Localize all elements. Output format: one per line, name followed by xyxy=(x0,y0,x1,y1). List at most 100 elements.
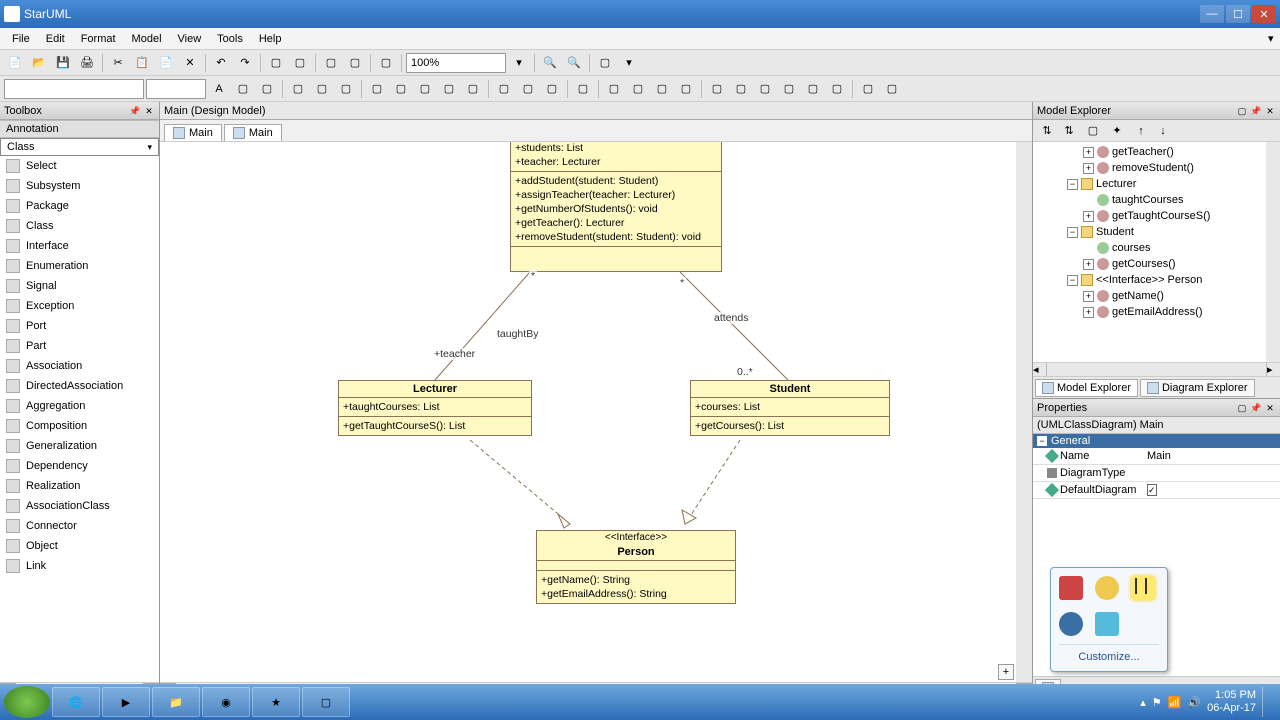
delete-button[interactable]: ✕ xyxy=(179,52,201,74)
tool-d-button[interactable]: ▢ xyxy=(344,52,366,74)
new-button[interactable]: 📄 xyxy=(4,52,26,74)
fmt-3-button[interactable]: ▢ xyxy=(414,78,436,100)
font-combo[interactable] xyxy=(4,79,144,99)
explorer-sort2-button[interactable]: ⇅ xyxy=(1059,121,1079,141)
explorer-refresh-button[interactable]: ✦ xyxy=(1107,121,1127,141)
explorer-pin-icon[interactable]: 📌 xyxy=(1250,105,1262,117)
explorer-auto-icon[interactable]: ▢ xyxy=(1236,105,1248,117)
toolbox-pin-icon[interactable]: 📌 xyxy=(129,105,141,117)
taskbar-clock[interactable]: 1:05 PM 06-Apr-17 xyxy=(1207,689,1256,715)
menu-format[interactable]: Format xyxy=(73,31,124,47)
font-color-button[interactable]: A xyxy=(208,78,230,100)
tree-node-gettaughtcourses[interactable]: +getTaughtCourseS() xyxy=(1035,208,1278,224)
tool-exception[interactable]: Exception xyxy=(0,296,159,316)
taskbar-explorer[interactable]: 📁 xyxy=(152,687,200,717)
properties-auto-icon[interactable]: ▢ xyxy=(1236,402,1248,414)
tree-node-taughtcourses[interactable]: taughtCourses xyxy=(1035,192,1278,208)
fill-color-button[interactable]: ▢ xyxy=(232,78,254,100)
tool-e-button[interactable]: ▢ xyxy=(375,52,397,74)
zoom-fit-button[interactable]: ▢ xyxy=(594,52,616,74)
tool-subsystem[interactable]: Subsystem xyxy=(0,176,159,196)
open-button[interactable]: 📂 xyxy=(28,52,50,74)
menu-view[interactable]: View xyxy=(170,31,210,47)
arrange-1-button[interactable]: ▢ xyxy=(572,78,594,100)
tree-hscroll[interactable]: ◂▸ xyxy=(1033,362,1280,376)
tool-composition[interactable]: Composition xyxy=(0,416,159,436)
systray-volume-icon[interactable] xyxy=(1059,576,1083,600)
toolbox-category-class[interactable]: Class ▾ xyxy=(0,138,159,156)
explorer-sort-button[interactable]: ⇅ xyxy=(1037,121,1057,141)
tool-link[interactable]: Link xyxy=(0,556,159,576)
line-color-button[interactable]: ▢ xyxy=(256,78,278,100)
model-tree[interactable]: +getTeacher() +removeStudent() −Lecturer… xyxy=(1033,142,1280,362)
tree-node-lecturer[interactable]: −Lecturer xyxy=(1035,176,1278,192)
zoom-in-button[interactable]: 🔍 xyxy=(563,52,585,74)
explorer-filter-button[interactable]: ▢ xyxy=(1083,121,1103,141)
save-button[interactable]: 💾 xyxy=(52,52,74,74)
minimize-button[interactable]: — xyxy=(1200,5,1224,23)
paste-button[interactable]: 📄 xyxy=(155,52,177,74)
tool-c-button[interactable]: ▢ xyxy=(320,52,342,74)
tray-expand-icon[interactable]: ▴ xyxy=(1140,696,1146,709)
prop-row-defaultdiagram[interactable]: DefaultDiagram ✓ xyxy=(1033,482,1280,499)
fmt-2-button[interactable]: ▢ xyxy=(390,78,412,100)
arrange-2-button[interactable]: ▢ xyxy=(603,78,625,100)
tool-port[interactable]: Port xyxy=(0,316,159,336)
systray-app1-icon[interactable] xyxy=(1059,612,1083,636)
fmt-4-button[interactable]: ▢ xyxy=(438,78,460,100)
arrange-9-button[interactable]: ▢ xyxy=(778,78,800,100)
minitab-main-2[interactable]: Main xyxy=(224,124,282,141)
systray-customize-link[interactable]: Customize... xyxy=(1059,644,1159,663)
tab-diagram-explorer[interactable]: Diagram Explorer xyxy=(1140,379,1255,397)
diagram-canvas[interactable]: +students: List +teacher: Lecturer +addS… xyxy=(160,142,1032,682)
uml-class-student[interactable]: Student +courses: List +getCourses(): Li… xyxy=(690,380,890,436)
close-button[interactable]: ✕ xyxy=(1252,5,1276,23)
arrange-3-button[interactable]: ▢ xyxy=(627,78,649,100)
arrange-12-button[interactable]: ▢ xyxy=(857,78,879,100)
fmt-8-button[interactable]: ▢ xyxy=(541,78,563,100)
tree-vscroll[interactable] xyxy=(1266,142,1280,362)
tree-node-getname[interactable]: +getName() xyxy=(1035,288,1278,304)
tree-node-courses[interactable]: courses xyxy=(1035,240,1278,256)
tool-connector[interactable]: Connector xyxy=(0,516,159,536)
uml-class-course[interactable]: +students: List +teacher: Lecturer +addS… xyxy=(510,142,722,272)
taskbar-app[interactable]: ▢ xyxy=(302,687,350,717)
fmt-6-button[interactable]: ▢ xyxy=(493,78,515,100)
properties-pin-icon[interactable]: 📌 xyxy=(1250,402,1262,414)
arrange-4-button[interactable]: ▢ xyxy=(651,78,673,100)
arrange-13-button[interactable]: ▢ xyxy=(881,78,903,100)
tray-network-icon[interactable]: 📶 xyxy=(1168,696,1182,709)
tree-node-getcourses[interactable]: +getCourses() xyxy=(1035,256,1278,272)
taskbar-media[interactable]: ▶ xyxy=(102,687,150,717)
cut-button[interactable]: ✂ xyxy=(107,52,129,74)
tab-model-explorer[interactable]: Model Explorer xyxy=(1035,379,1138,397)
explorer-up-button[interactable]: ↑ xyxy=(1131,121,1151,141)
align-center-button[interactable]: ▢ xyxy=(311,78,333,100)
menubar-overflow[interactable]: ▾ xyxy=(1260,30,1276,47)
zoom-out-button[interactable]: 🔍 xyxy=(539,52,561,74)
explorer-down-button[interactable]: ↓ xyxy=(1153,121,1173,141)
tool-select[interactable]: Select xyxy=(0,156,159,176)
arrange-10-button[interactable]: ▢ xyxy=(802,78,824,100)
minitab-main-1[interactable]: Main xyxy=(164,124,222,141)
tool-a-button[interactable]: ▢ xyxy=(265,52,287,74)
tool-association[interactable]: Association xyxy=(0,356,159,376)
systray-app2-icon[interactable] xyxy=(1095,612,1119,636)
tree-node-student[interactable]: −Student xyxy=(1035,224,1278,240)
properties-group-general[interactable]: − General xyxy=(1033,434,1280,448)
show-desktop-button[interactable] xyxy=(1262,687,1270,717)
uml-interface-person[interactable]: <<Interface>> Person +getName(): String … xyxy=(536,530,736,604)
align-left-button[interactable]: ▢ xyxy=(287,78,309,100)
explorer-close-icon[interactable]: ✕ xyxy=(1264,105,1276,117)
tool-object[interactable]: Object xyxy=(0,536,159,556)
taskbar-chrome[interactable]: ◉ xyxy=(202,687,250,717)
canvas-vscroll[interactable] xyxy=(1016,142,1032,682)
systray-update-icon[interactable] xyxy=(1095,576,1119,600)
tool-aggregation[interactable]: Aggregation xyxy=(0,396,159,416)
redo-button[interactable]: ↷ xyxy=(234,52,256,74)
tool-interface[interactable]: Interface xyxy=(0,236,159,256)
taskbar-staruml[interactable]: ★ xyxy=(252,687,300,717)
prop-row-name[interactable]: Name Main xyxy=(1033,448,1280,465)
print-button[interactable]: 🖨 xyxy=(76,52,98,74)
tool-package[interactable]: Package xyxy=(0,196,159,216)
